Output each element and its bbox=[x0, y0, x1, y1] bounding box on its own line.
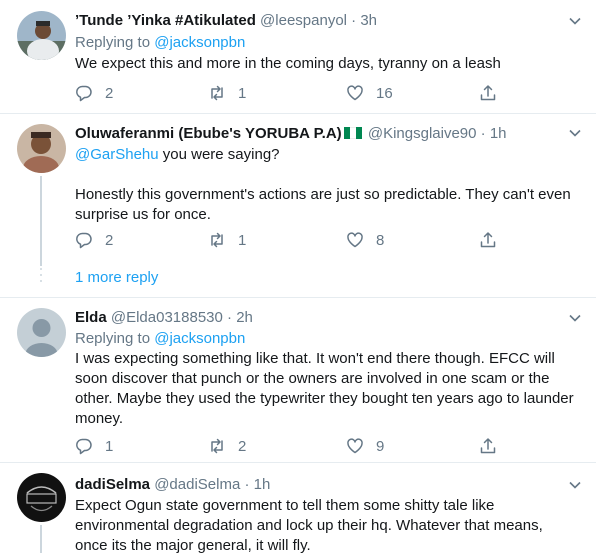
timestamp[interactable]: 1h bbox=[254, 476, 271, 493]
share-button[interactable] bbox=[479, 229, 497, 251]
retweet-button[interactable]: 1 bbox=[208, 82, 246, 104]
reply-icon bbox=[76, 232, 92, 249]
like-icon bbox=[347, 438, 363, 454]
retweet-button[interactable]: 1 bbox=[208, 229, 246, 251]
chevron-down-icon[interactable] bbox=[568, 126, 582, 140]
replying-to: Replying to @jacksonpbn bbox=[75, 329, 245, 349]
retweet-icon bbox=[211, 438, 223, 454]
nigeria-flag-icon bbox=[343, 127, 362, 139]
share-icon bbox=[480, 85, 496, 101]
retweet-count: 2 bbox=[238, 437, 247, 455]
like-icon bbox=[347, 232, 363, 248]
reply-button[interactable]: 2 bbox=[75, 229, 113, 251]
mention-link[interactable]: @GarShehu bbox=[75, 146, 159, 163]
retweet-count: 1 bbox=[238, 84, 247, 102]
tweet-text-body: We expect this and more in the coming da… bbox=[75, 55, 501, 72]
tweet-text: Expect Ogun state government to tell the… bbox=[75, 496, 575, 553]
retweet-icon bbox=[211, 232, 223, 248]
reply-count: 2 bbox=[105, 84, 114, 102]
retweet-icon bbox=[211, 85, 223, 101]
like-button[interactable]: 9 bbox=[346, 435, 384, 457]
timestamp[interactable]: 3h bbox=[360, 12, 377, 29]
separator: · bbox=[480, 125, 486, 142]
tweet-header: dadiSelma @dadiSelma · 1h bbox=[75, 475, 270, 495]
reply-icon bbox=[76, 438, 92, 455]
mention-link[interactable]: @jacksonpbn bbox=[154, 34, 245, 51]
reply-count: 1 bbox=[105, 437, 114, 455]
reply-icon bbox=[76, 85, 92, 102]
thread-dots bbox=[40, 268, 42, 286]
like-icon bbox=[347, 85, 363, 101]
tweet-actions: 2 1 16 bbox=[75, 82, 505, 104]
tweet[interactable]: dadiSelma @dadiSelma · 1h Expect Ogun st… bbox=[0, 463, 596, 553]
tweet-text: I was expecting something like that. It … bbox=[75, 349, 575, 429]
tweet-header: ’Tunde ’Yinka #Atikulated @leespanyol · … bbox=[75, 11, 377, 31]
reply-button[interactable]: 2 bbox=[75, 82, 113, 104]
tweet[interactable]: ’Tunde ’Yinka #Atikulated @leespanyol · … bbox=[0, 0, 596, 114]
share-button[interactable] bbox=[479, 435, 497, 457]
replying-prefix: Replying to bbox=[75, 330, 155, 347]
display-name[interactable]: Elda bbox=[75, 309, 107, 326]
thread-line bbox=[40, 525, 42, 553]
avatar[interactable] bbox=[17, 11, 66, 60]
separator: · bbox=[227, 309, 233, 326]
tweet-text-body: Honestly this government's actions are j… bbox=[75, 186, 571, 223]
like-button[interactable]: 16 bbox=[346, 82, 393, 104]
user-handle[interactable]: @Elda03188530 bbox=[111, 309, 223, 326]
tweet-header: Elda @Elda03188530 · 2h bbox=[75, 308, 253, 328]
chevron-down-icon[interactable] bbox=[568, 311, 582, 325]
tweet[interactable]: Elda @Elda03188530 · 2h Replying to @jac… bbox=[0, 298, 596, 463]
more-replies-link[interactable]: 1 more reply bbox=[75, 268, 158, 288]
chevron-down-icon[interactable] bbox=[568, 478, 582, 492]
replying-prefix: Replying to bbox=[75, 34, 155, 51]
like-count: 9 bbox=[376, 437, 385, 455]
share-icon bbox=[480, 438, 496, 454]
avatar[interactable] bbox=[17, 473, 66, 522]
like-count: 8 bbox=[376, 231, 385, 249]
user-handle[interactable]: @dadiSelma bbox=[154, 476, 240, 493]
reply-count: 2 bbox=[105, 231, 114, 249]
share-icon bbox=[480, 232, 496, 248]
avatar[interactable] bbox=[17, 124, 66, 173]
tweet-text-body: you were saying? bbox=[158, 146, 280, 163]
retweet-count: 1 bbox=[238, 231, 247, 249]
chevron-down-icon[interactable] bbox=[568, 14, 582, 28]
tweet-actions: 2 1 8 bbox=[75, 229, 505, 251]
replying-to: Replying to @jacksonpbn bbox=[75, 33, 245, 53]
display-name[interactable]: Oluwaferanmi (Ebube's YORUBA P.A) bbox=[75, 125, 342, 142]
user-handle[interactable]: @leespanyol bbox=[260, 12, 347, 29]
tweet-text-body: Expect Ogun state government to tell the… bbox=[75, 497, 543, 553]
separator: · bbox=[351, 12, 357, 29]
avatar[interactable] bbox=[17, 308, 66, 357]
tweet-actions: 1 2 9 bbox=[75, 435, 505, 457]
retweet-button[interactable]: 2 bbox=[208, 435, 246, 457]
like-button[interactable]: 8 bbox=[346, 229, 384, 251]
reply-button[interactable]: 1 bbox=[75, 435, 113, 457]
like-count: 16 bbox=[376, 84, 393, 102]
timestamp[interactable]: 2h bbox=[236, 309, 253, 326]
display-name[interactable]: ’Tunde ’Yinka #Atikulated bbox=[75, 12, 256, 29]
mention-link[interactable]: @jacksonpbn bbox=[154, 330, 245, 347]
tweet-text-body: I was expecting something like that. It … bbox=[75, 350, 574, 427]
display-name[interactable]: dadiSelma bbox=[75, 476, 150, 493]
tweet-header: Oluwaferanmi (Ebube's YORUBA P.A) @Kings… bbox=[75, 124, 507, 144]
separator: · bbox=[244, 476, 250, 493]
tweet-text: We expect this and more in the coming da… bbox=[75, 54, 575, 74]
user-handle[interactable]: @Kingsglaive90 bbox=[368, 125, 477, 142]
tweet[interactable]: Oluwaferanmi (Ebube's YORUBA P.A) @Kings… bbox=[0, 114, 596, 298]
timestamp[interactable]: 1h bbox=[490, 125, 507, 142]
thread-line bbox=[40, 176, 42, 266]
share-button[interactable] bbox=[479, 82, 497, 104]
tweet-text: @GarShehu you were saying? Honestly this… bbox=[75, 145, 575, 225]
